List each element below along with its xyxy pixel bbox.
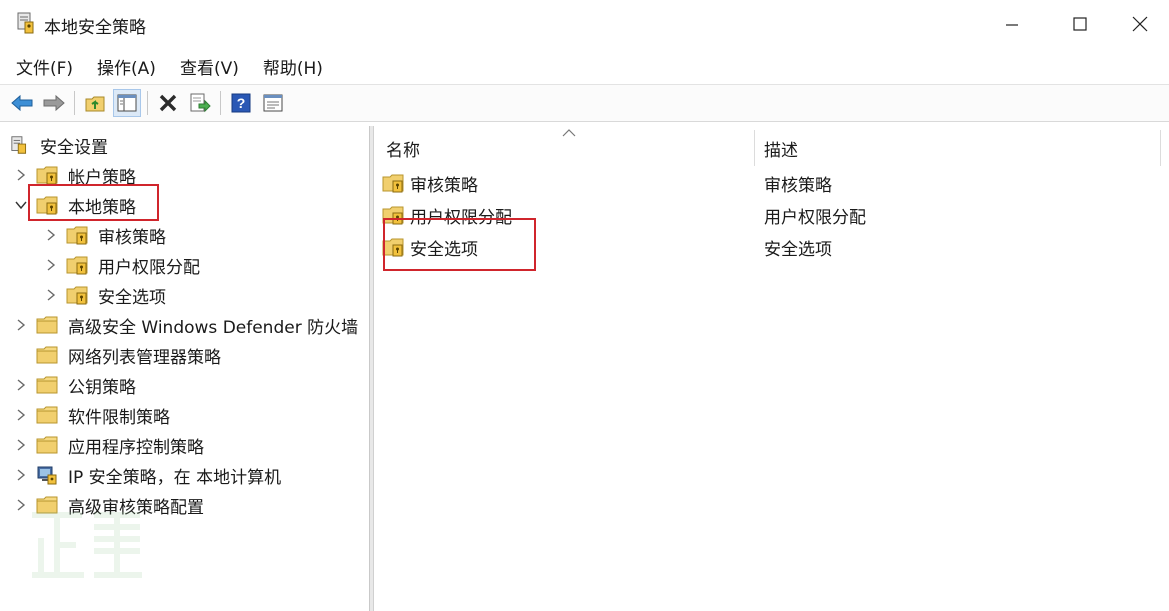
list-item-name: 审核策略	[410, 175, 478, 196]
tree-item-audit-policy[interactable]: 审核策略	[42, 221, 168, 249]
tree-item-label: 安全选项	[98, 287, 166, 308]
menu-help[interactable]: 帮助(H)	[263, 54, 323, 79]
chevron-right-icon[interactable]	[12, 466, 30, 484]
menu-bar: 文件(F) 操作(A) 查看(V) 帮助(H)	[0, 50, 1169, 82]
tree-item-security-options[interactable]: 安全选项	[42, 281, 168, 309]
tree-root-label: 安全设置	[40, 137, 108, 158]
tree-item-label: 高级安全 Windows Defender 防火墙	[68, 317, 359, 338]
up-folder-icon	[85, 96, 105, 112]
folder-icon	[36, 406, 58, 424]
delete-button[interactable]	[154, 89, 182, 117]
tree-item-label: 网络列表管理器策略	[68, 347, 221, 368]
up-one-level-button[interactable]	[81, 89, 109, 117]
watermark-glyphs	[32, 512, 142, 578]
toolbar-separator	[220, 91, 221, 115]
tree-item-label: IP 安全策略，在 本地计算机	[68, 467, 282, 488]
maximize-button[interactable]	[1051, 0, 1109, 48]
list-item-description: 审核策略	[764, 175, 832, 196]
delete-icon	[159, 94, 177, 112]
watermark-logo	[28, 508, 148, 587]
close-button[interactable]	[1111, 0, 1169, 48]
column-header-description[interactable]: 描述	[764, 126, 1160, 170]
chevron-right-icon[interactable]	[42, 226, 60, 244]
ip-security-icon	[37, 466, 57, 485]
list-item-audit-policy[interactable]: 审核策略	[382, 168, 478, 198]
forward-icon	[43, 94, 65, 112]
tree-item-software-restriction[interactable]: 软件限制策略	[12, 401, 172, 429]
title-bar: 本地安全策略	[0, 0, 1169, 48]
tree-item-public-key-policies[interactable]: 公钥策略	[12, 371, 138, 399]
help-icon: ?	[231, 93, 251, 113]
export-icon	[190, 93, 211, 113]
tree-item-label: 用户权限分配	[98, 257, 200, 278]
minimize-icon	[1006, 24, 1018, 26]
menu-action[interactable]: 操作(A)	[97, 54, 156, 79]
toolbar-separator	[74, 91, 75, 115]
toolbar-separator	[147, 91, 148, 115]
minimize-button[interactable]	[983, 0, 1041, 48]
tree-item-user-rights[interactable]: 用户权限分配	[42, 251, 202, 279]
tree-item-label: 审核策略	[98, 227, 166, 248]
folder-icon	[36, 436, 58, 454]
tree-item-label: 软件限制策略	[68, 407, 170, 428]
show-hide-tree-button[interactable]	[113, 89, 141, 117]
tree-item-defender-firewall[interactable]: 高级安全 Windows Defender 防火墙	[12, 311, 360, 339]
list-item-description: 安全选项	[764, 239, 832, 260]
policy-folder-icon	[66, 286, 88, 305]
policy-folder-icon	[66, 226, 88, 245]
close-icon	[1132, 16, 1148, 32]
properties-icon	[263, 94, 283, 112]
menu-file[interactable]: 文件(F)	[16, 54, 73, 79]
folder-icon	[36, 346, 58, 364]
list-item-description: 用户权限分配	[764, 207, 866, 228]
chevron-right-icon[interactable]	[12, 436, 30, 454]
export-list-button[interactable]	[186, 89, 214, 117]
details-pane: 名称 描述 审核策略 审核策略 用户权限分配 用户权限分配 安全选项 安全选项	[373, 126, 1169, 611]
properties-button[interactable]	[259, 89, 287, 117]
chevron-right-icon[interactable]	[42, 286, 60, 304]
policy-folder-icon	[36, 166, 58, 185]
svg-text:?: ?	[237, 95, 246, 111]
tree-root[interactable]: 安全设置	[10, 131, 110, 159]
tree-item-ip-security[interactable]: IP 安全策略，在 本地计算机	[12, 461, 283, 489]
column-header-name-label: 名称	[386, 140, 420, 161]
maximize-icon	[1073, 17, 1087, 31]
column-separator[interactable]	[1160, 130, 1161, 166]
tree-item-label: 应用程序控制策略	[68, 437, 204, 458]
column-header-description-label: 描述	[764, 140, 798, 161]
chevron-right-icon[interactable]	[42, 256, 60, 274]
highlight-box-security-options	[383, 218, 536, 271]
tree-item-app-control[interactable]: 应用程序控制策略	[12, 431, 206, 459]
highlight-box-local-policies	[28, 184, 159, 221]
window-title: 本地安全策略	[44, 18, 146, 38]
tree-item-label: 公钥策略	[68, 377, 136, 398]
toolbar: ?	[0, 84, 1169, 122]
column-separator[interactable]	[754, 130, 755, 166]
sort-ascending-icon	[562, 129, 576, 137]
chevron-right-icon[interactable]	[12, 376, 30, 394]
chevron-right-icon[interactable]	[12, 166, 30, 184]
back-button[interactable]	[8, 89, 36, 117]
forward-button[interactable]	[40, 89, 68, 117]
tree-item-network-list-manager[interactable]: 网络列表管理器策略	[12, 341, 223, 369]
policy-folder-icon	[66, 256, 88, 275]
local-security-policy-icon	[17, 12, 34, 34]
folder-icon	[36, 316, 58, 334]
folder-icon	[36, 376, 58, 394]
security-settings-icon	[11, 136, 27, 154]
help-button[interactable]: ?	[227, 89, 255, 117]
chevron-right-icon[interactable]	[12, 406, 30, 424]
tree-arrow-placeholder	[12, 346, 30, 364]
show-tree-icon	[117, 94, 137, 112]
back-icon	[11, 94, 33, 112]
chevron-right-icon[interactable]	[12, 316, 30, 334]
menu-view[interactable]: 查看(V)	[180, 54, 239, 79]
policy-folder-icon	[382, 174, 404, 193]
